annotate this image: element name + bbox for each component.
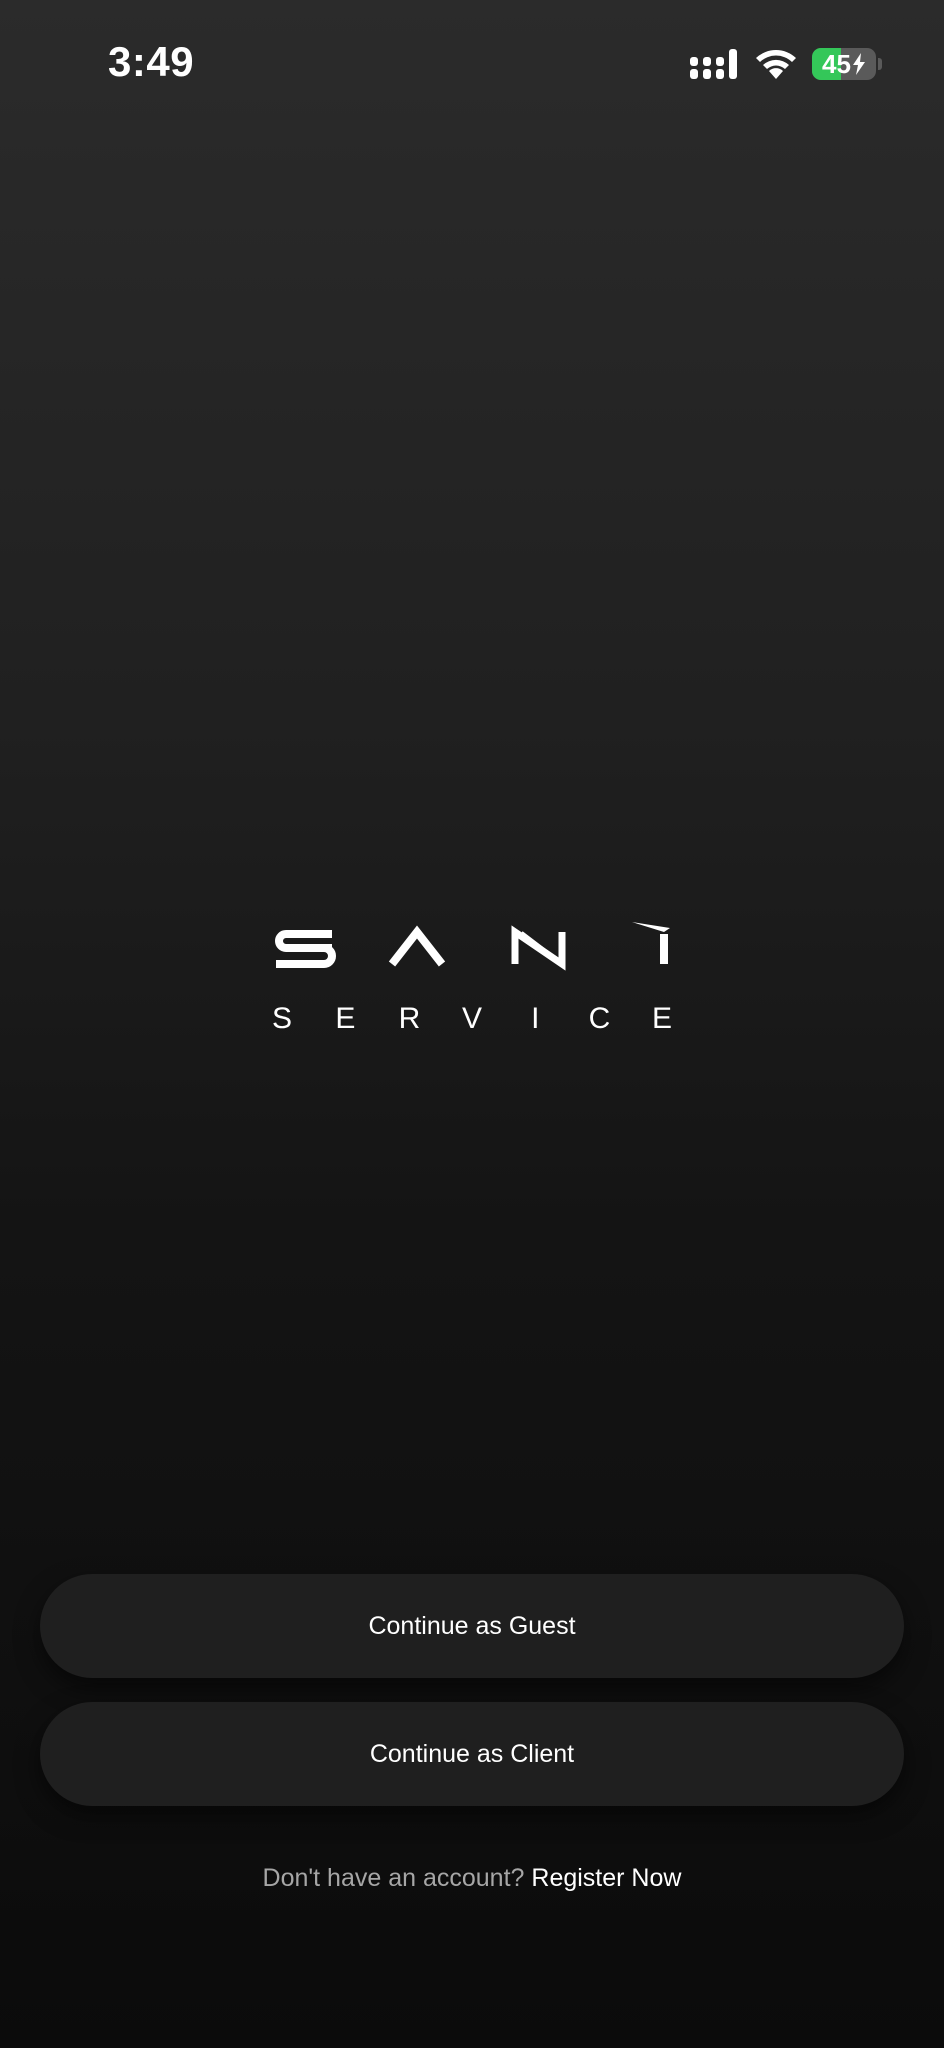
logo-subtitle-letter: E — [651, 1002, 672, 1035]
status-icons: 45 — [690, 44, 882, 84]
battery-charging-icon: 45 — [812, 48, 876, 80]
battery-cap — [878, 58, 882, 70]
logo-subtitle-letter: R — [398, 1002, 421, 1035]
logo-subtitle-letter: V — [461, 1002, 482, 1035]
continue-as-guest-button[interactable]: Continue as Guest — [40, 1574, 904, 1678]
register-prompt-row: Don't have an account? Register Now — [0, 1864, 944, 1893]
logo-subtitle-letter: C — [588, 1002, 611, 1035]
logo-subtitle-letter: S — [272, 1002, 293, 1035]
logo-subtitle-letter: E — [335, 1002, 356, 1035]
register-now-link[interactable]: Register Now — [531, 1864, 681, 1892]
charging-bolt-icon — [852, 53, 865, 75]
logo-wordmark — [275, 922, 670, 971]
continue-as-client-button[interactable]: Continue as Client — [40, 1702, 904, 1806]
status-bar: 3:49 45 — [0, 0, 944, 130]
logo-subtitle: S E R V I C E — [272, 1002, 672, 1036]
wifi-icon — [756, 50, 796, 79]
app-logo: S E R V I C E — [272, 918, 672, 1038]
battery-percent: 45 — [822, 49, 851, 79]
status-time: 3:49 — [108, 38, 195, 85]
cellular-signal-icon — [690, 49, 737, 79]
logo-subtitle-letter: I — [531, 1002, 540, 1035]
register-prompt-text: Don't have an account? — [262, 1864, 532, 1892]
battery-label: 45 — [822, 51, 866, 77]
